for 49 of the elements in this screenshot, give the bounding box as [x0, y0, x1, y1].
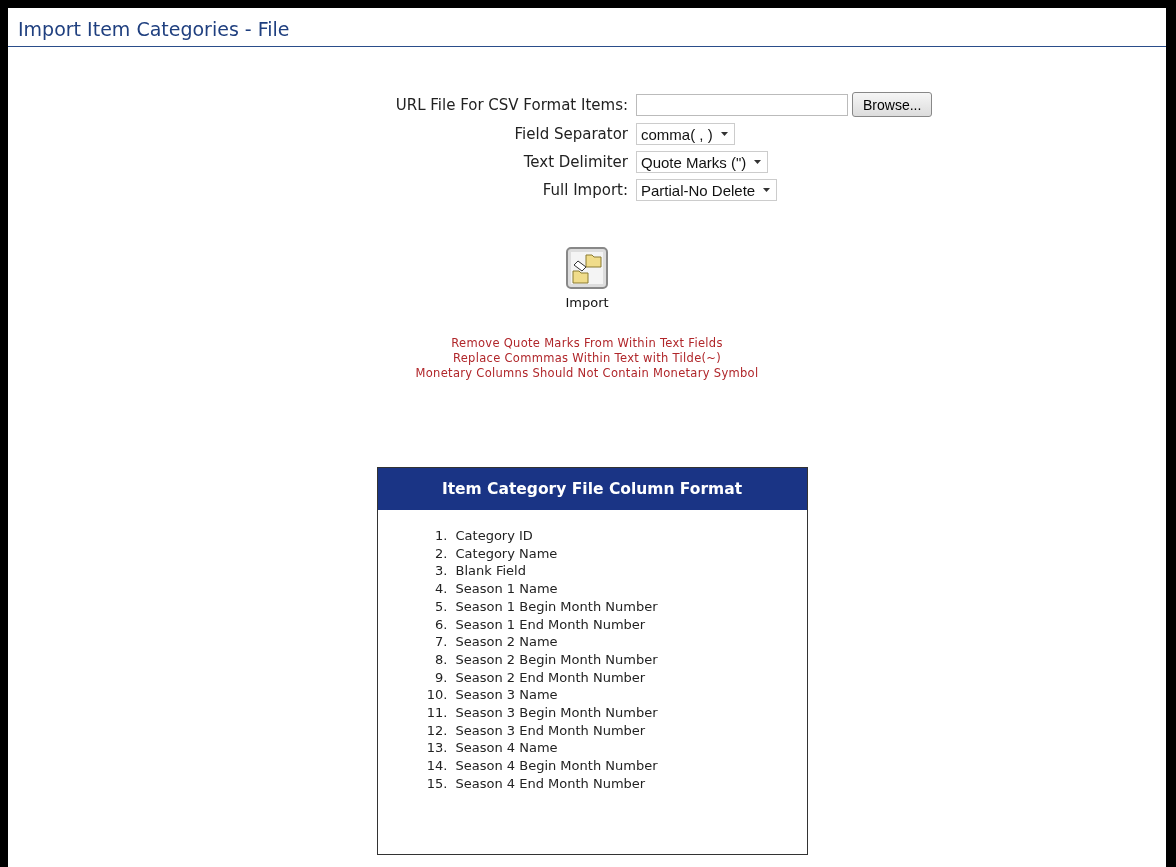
dropdown[interactable]: comma( , ) — [636, 123, 735, 145]
warning-note: Replace Commmas Within Text with Tilde(~) — [452, 351, 722, 366]
caret-icon — [720, 132, 728, 136]
folders-icon — [566, 247, 608, 289]
item-number: 1. — [434, 527, 449, 545]
column-name: Season 2 End Month Number — [455, 668, 646, 687]
item-number: 5. — [434, 597, 449, 616]
field-label: URL File For CSV Format Items: — [394, 95, 629, 114]
item-number: 12. — [425, 721, 449, 740]
item-number: 7. — [434, 633, 449, 651]
column-name: Season 2 Name — [455, 633, 558, 651]
column-name: Season 2 Begin Month Number — [455, 650, 658, 669]
column-name: Category ID — [455, 527, 533, 545]
caret-icon — [754, 160, 762, 164]
warning-note: Monetary Columns Should Not Contain Monetary Symbol — [415, 366, 759, 381]
item-number: 2. — [434, 544, 449, 563]
import-button[interactable]: Import — [565, 247, 609, 310]
item-number: 4. — [434, 580, 449, 598]
column-name: Season 3 Begin Month Number — [455, 704, 658, 722]
field-label: Full Import: — [541, 181, 629, 199]
item-number: 10. — [425, 686, 449, 705]
item-number: 11. — [425, 704, 449, 722]
panel-header: Item Category File Column Format — [377, 468, 807, 510]
item-number: 13. — [425, 739, 449, 758]
page-title: Import Item Categories - File — [17, 17, 291, 42]
column-name: Season 4 End Month Number — [455, 774, 646, 793]
column-name: Season 1 End Month Number — [455, 615, 646, 634]
column-name: Season 1 Begin Month Number — [455, 597, 658, 616]
item-number: 15. — [425, 774, 449, 793]
browse-button[interactable]: Browse... — [852, 92, 933, 117]
field-label: Text Delimiter — [522, 153, 629, 171]
dropdown[interactable]: Partial-No Delete — [636, 179, 778, 201]
item-number: 3. — [434, 562, 449, 581]
field-label: Field Separator — [513, 125, 629, 143]
column-name: Season 4 Name — [455, 739, 558, 758]
column-name: Blank Field — [455, 562, 526, 581]
item-number: 9. — [434, 668, 449, 687]
dropdown[interactable]: Quote Marks (") — [636, 151, 769, 173]
item-number: 8. — [434, 650, 449, 669]
column-name: Season 3 End Month Number — [455, 721, 646, 740]
column-name: Season 1 Name — [455, 580, 558, 598]
column-name: Category Name — [455, 544, 558, 563]
column-name: Season 3 Name — [455, 686, 558, 705]
warning-note: Remove Quote Marks From Within Text Fields — [451, 336, 723, 351]
column-name: Season 4 Begin Month Number — [455, 757, 658, 775]
file-path-field[interactable] — [636, 93, 848, 116]
caret-icon — [763, 188, 771, 192]
item-number: 6. — [434, 615, 449, 634]
item-number: 14. — [425, 757, 449, 775]
